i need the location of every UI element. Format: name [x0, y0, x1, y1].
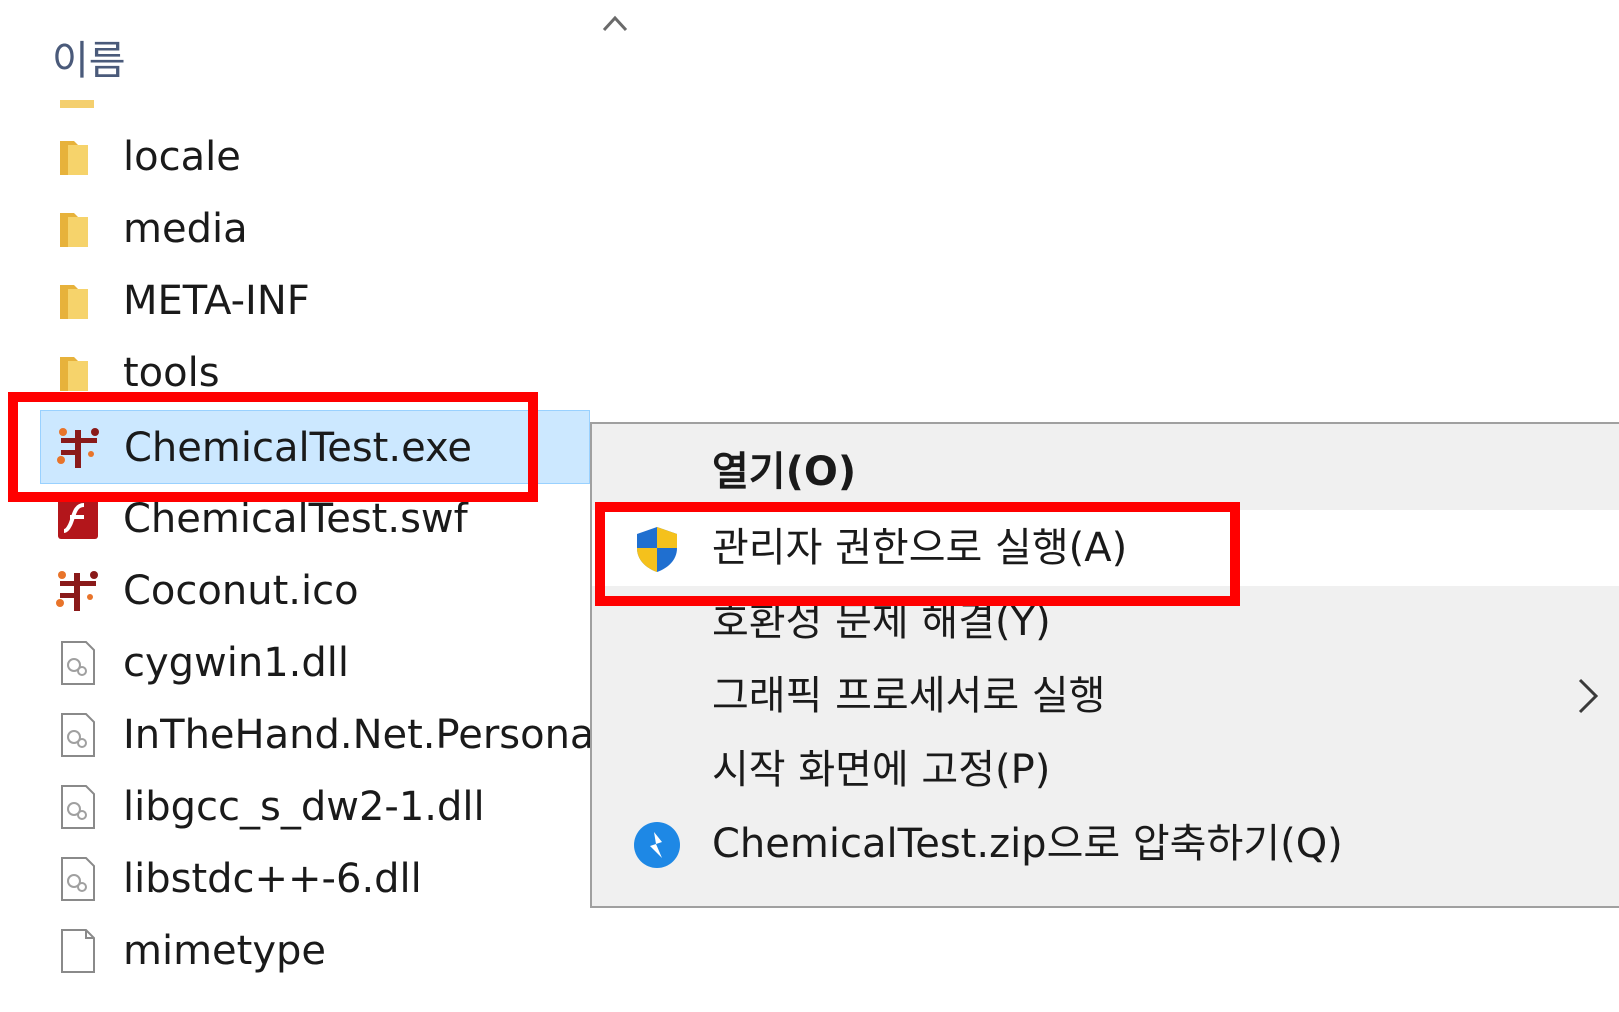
file-row-libgcc-dll[interactable]: libgcc_s_dw2-1.dll: [40, 770, 590, 844]
file-row-inthehand-dll[interactable]: InTheHand.Net.Personal.: [40, 698, 618, 772]
file-name: META-INF: [123, 278, 310, 324]
menu-item-compress-zip[interactable]: ChemicalTest.zip으로 압축하기(Q): [592, 806, 1619, 882]
menu-item-pin-to-start[interactable]: 시작 화면에 고정(P): [592, 732, 1619, 808]
submenu-chevron-right-icon: [1578, 678, 1599, 714]
sort-ascending-icon[interactable]: [600, 12, 630, 36]
context-menu: 열기(O) 관리자 권한으로 실행(A) 호환성 문제 해결(Y) 그래픽 프로…: [590, 422, 1619, 908]
file-name: mimetype: [123, 928, 327, 974]
file-name: cygwin1.dll: [123, 640, 350, 686]
name-column-header[interactable]: 이름: [52, 28, 126, 86]
menu-item-label: ChemicalTest.zip으로 압축하기(Q): [712, 821, 1343, 867]
file-name: media: [123, 206, 248, 252]
highlight-box-run-as-admin: [595, 502, 1240, 606]
partial-folder-icon: [60, 100, 94, 108]
file-name: libstdc++-6.dll: [123, 856, 422, 902]
dll-file-icon: [61, 713, 95, 757]
bandizip-icon: [634, 822, 680, 868]
menu-item-label: 열기(O): [712, 449, 857, 495]
file-row-libstdc-dll[interactable]: libstdc++-6.dll: [40, 842, 590, 916]
file-name: Coconut.ico: [123, 568, 359, 614]
folder-icon: [60, 285, 88, 319]
file-name: locale: [123, 134, 241, 180]
dll-file-icon: [61, 641, 95, 685]
menu-item-run-with-gpu[interactable]: 그래픽 프로세서로 실행: [592, 658, 1619, 734]
dll-file-icon: [61, 785, 95, 829]
folder-icon: [60, 141, 88, 175]
menu-item-label: 그래픽 프로세서로 실행: [712, 673, 1106, 719]
file-row-coconut-ico[interactable]: Coconut.ico: [40, 554, 590, 628]
flash-file-icon: [58, 499, 98, 539]
menu-item-open[interactable]: 열기(O): [592, 434, 1619, 510]
dll-file-icon: [61, 857, 95, 901]
file-row-cygwin1-dll[interactable]: cygwin1.dll: [40, 626, 590, 700]
file-row-meta-inf[interactable]: META-INF: [40, 264, 590, 338]
ico-file-icon: [56, 571, 98, 611]
highlight-box-exe: [8, 392, 538, 502]
folder-icon: [60, 213, 88, 247]
blank-file-icon: [61, 929, 95, 973]
file-name: libgcc_s_dw2-1.dll: [123, 784, 485, 830]
menu-item-label: 시작 화면에 고정(P): [712, 747, 1051, 793]
file-name: InTheHand.Net.Personal.: [123, 712, 619, 758]
file-row-media[interactable]: media: [40, 192, 590, 266]
file-row-locale[interactable]: locale: [40, 120, 590, 194]
file-row-mimetype[interactable]: mimetype: [40, 914, 590, 988]
folder-icon: [60, 357, 88, 391]
